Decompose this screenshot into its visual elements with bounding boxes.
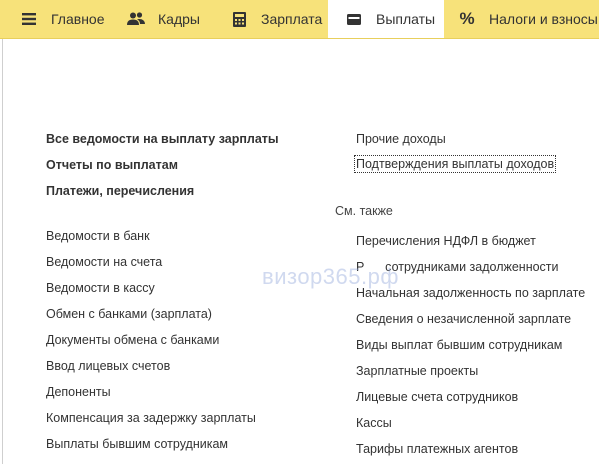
tab-label: Кадры	[158, 11, 200, 27]
menu-icon	[20, 10, 38, 28]
tab-payments[interactable]: Выплаты	[328, 0, 444, 38]
link-former-employee-payments[interactable]: Выплаты бывшим сотрудникам	[46, 437, 228, 451]
link-ndfl-transfers[interactable]: Перечисления НДФЛ в бюджет	[356, 234, 536, 248]
link-cash-desks[interactable]: Кассы	[356, 416, 392, 430]
tab-salary[interactable]: Зарплата	[214, 0, 328, 38]
link-bank-sheets[interactable]: Ведомости в банк	[46, 229, 150, 243]
tab-personnel[interactable]: Кадры	[111, 0, 214, 38]
wallet-icon	[345, 10, 363, 28]
tab-label: Выплаты	[376, 11, 436, 27]
percent-icon: %	[459, 9, 475, 28]
tab-label: Налоги и взносы	[489, 11, 598, 27]
link-account-sheets[interactable]: Ведомости на счета	[46, 255, 162, 269]
link-delay-compensation[interactable]: Компенсация за задержку зарплаты	[46, 411, 256, 425]
link-cash-sheets[interactable]: Ведомости в кассу	[46, 281, 155, 295]
link-former-employee-payment-types[interactable]: Виды выплат бывшим сотрудникам	[356, 338, 562, 352]
link-employee-accounts[interactable]: Лицевые счета сотрудников	[356, 390, 518, 404]
link-bank-exchange-documents[interactable]: Документы обмена с банками	[46, 333, 219, 347]
people-icon	[127, 10, 145, 28]
link-other-income[interactable]: Прочие доходы	[356, 132, 446, 146]
link-all-payment-sheets[interactable]: Все ведомости на выплату зарплаты	[46, 132, 279, 146]
tab-main[interactable]: Главное	[0, 0, 111, 38]
see-also-label: См. также	[335, 204, 393, 218]
link-payments-transfers[interactable]: Платежи, перечисления	[46, 184, 194, 198]
section-panel: Главное Кадры Зарплата Выплаты % Налоги …	[0, 0, 599, 39]
tab-label: Главное	[51, 11, 105, 27]
link-payment-reports[interactable]: Отчеты по выплатам	[46, 158, 178, 172]
link-depositors[interactable]: Депоненты	[46, 385, 111, 399]
link-payment-agent-tariffs[interactable]: Тарифы платежных агентов	[356, 442, 518, 456]
link-bank-exchange[interactable]: Обмен с банками (зарплата)	[46, 307, 212, 321]
link-income-payment-confirmations[interactable]: Подтверждения выплаты доходов	[353, 155, 557, 173]
panel-border	[2, 39, 3, 464]
link-uncredited-salary-info[interactable]: Сведения о незачисленной зарплате	[356, 312, 571, 326]
watermark: визор365.рф	[262, 264, 399, 289]
link-salary-projects[interactable]: Зарплатные проекты	[356, 364, 478, 378]
calculator-icon	[230, 10, 248, 28]
tab-taxes[interactable]: % Налоги и взносы	[444, 0, 599, 38]
tab-label: Зарплата	[261, 11, 323, 27]
link-personal-accounts-input[interactable]: Ввод лицевых счетов	[46, 359, 170, 373]
